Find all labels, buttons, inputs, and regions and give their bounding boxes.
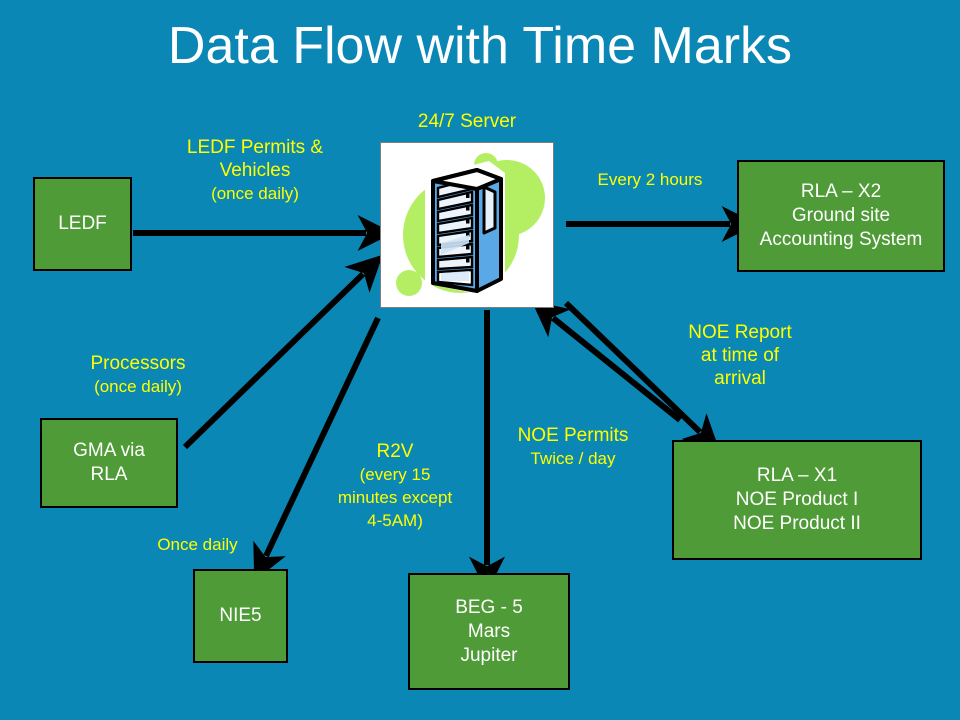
- label-r2v-line-3: minutes except: [337, 488, 453, 507]
- label-processors-line-1: Processors: [90, 353, 186, 374]
- label-ledf-flow-line-1: LEDF Permits &: [186, 137, 324, 158]
- node-beg5-line-1: BEG - 5: [455, 596, 523, 618]
- node-beg5[interactable]: BEG - 5 Mars Jupiter: [408, 573, 570, 690]
- node-rla-x2[interactable]: RLA – X2 Ground site Accounting System: [737, 160, 945, 272]
- node-rla-x2-line-2: Ground site: [791, 205, 891, 226]
- label-ledf-flow-line-3: (once daily): [211, 184, 299, 203]
- label-ledf-flow-line-2: Vehicles: [219, 160, 291, 181]
- slide-canvas: Data Flow with Time Marks LEDF RLA – X2 …: [0, 0, 960, 720]
- label-noe-report-line-1: NOE Report: [688, 322, 792, 343]
- node-ledf[interactable]: LEDF: [33, 177, 132, 271]
- node-nie5[interactable]: NIE5: [193, 569, 288, 663]
- node-gma-line-2: RLA: [90, 464, 128, 485]
- label-server-caption-line-1: 24/7 Server: [417, 111, 517, 132]
- node-rla-x1-line-1: RLA – X1: [756, 465, 838, 486]
- label-once-daily-line-1: Once daily: [157, 535, 238, 554]
- label-once-daily: Once daily: [135, 533, 260, 556]
- label-noe-permits-line-2: Twice / day: [530, 449, 616, 468]
- label-r2v: R2V (every 15 minutes except 4-5AM): [300, 440, 490, 532]
- server-clipart: [380, 142, 554, 308]
- node-ledf-line-1: LEDF: [58, 213, 107, 234]
- label-processors-line-2: (once daily): [94, 377, 182, 396]
- node-rla-x1-line-3: NOE Product II: [733, 513, 861, 534]
- node-gma-via-rla[interactable]: GMA via RLA: [40, 418, 178, 508]
- label-r2v-line-2: (every 15: [359, 465, 431, 484]
- node-rla-x1-line-2: NOE Product I: [735, 489, 859, 510]
- node-nie5-line-1: NIE5: [219, 605, 262, 626]
- node-gma-line-1: GMA via: [73, 440, 145, 461]
- label-every-two-hours-line-1: Every 2 hours: [597, 170, 703, 189]
- label-r2v-line-1: R2V: [376, 441, 414, 462]
- node-beg5-line-3: Jupiter: [460, 644, 518, 666]
- node-rla-x2-line-1: RLA – X2: [800, 181, 882, 202]
- label-noe-report: NOE Report at time of arrival: [650, 321, 830, 390]
- label-processors: Processors (once daily): [38, 352, 238, 398]
- label-noe-report-line-2: at time of: [700, 345, 780, 366]
- node-rla-x2-line-3: Accounting System: [759, 229, 923, 250]
- node-beg5-line-2: Mars: [467, 620, 511, 642]
- label-noe-permits-line-1: NOE Permits: [517, 425, 629, 446]
- label-noe-permits: NOE Permits Twice / day: [488, 424, 658, 470]
- label-server-caption: 24/7 Server: [380, 110, 554, 133]
- label-noe-report-line-3: arrival: [714, 368, 766, 389]
- label-ledf-flow: LEDF Permits & Vehicles (once daily): [140, 136, 370, 205]
- page-title: Data Flow with Time Marks: [167, 17, 793, 75]
- label-every-two-hours: Every 2 hours: [570, 168, 730, 191]
- node-rla-x1[interactable]: RLA – X1 NOE Product I NOE Product II: [672, 440, 922, 560]
- label-r2v-line-4: 4-5AM): [367, 511, 423, 530]
